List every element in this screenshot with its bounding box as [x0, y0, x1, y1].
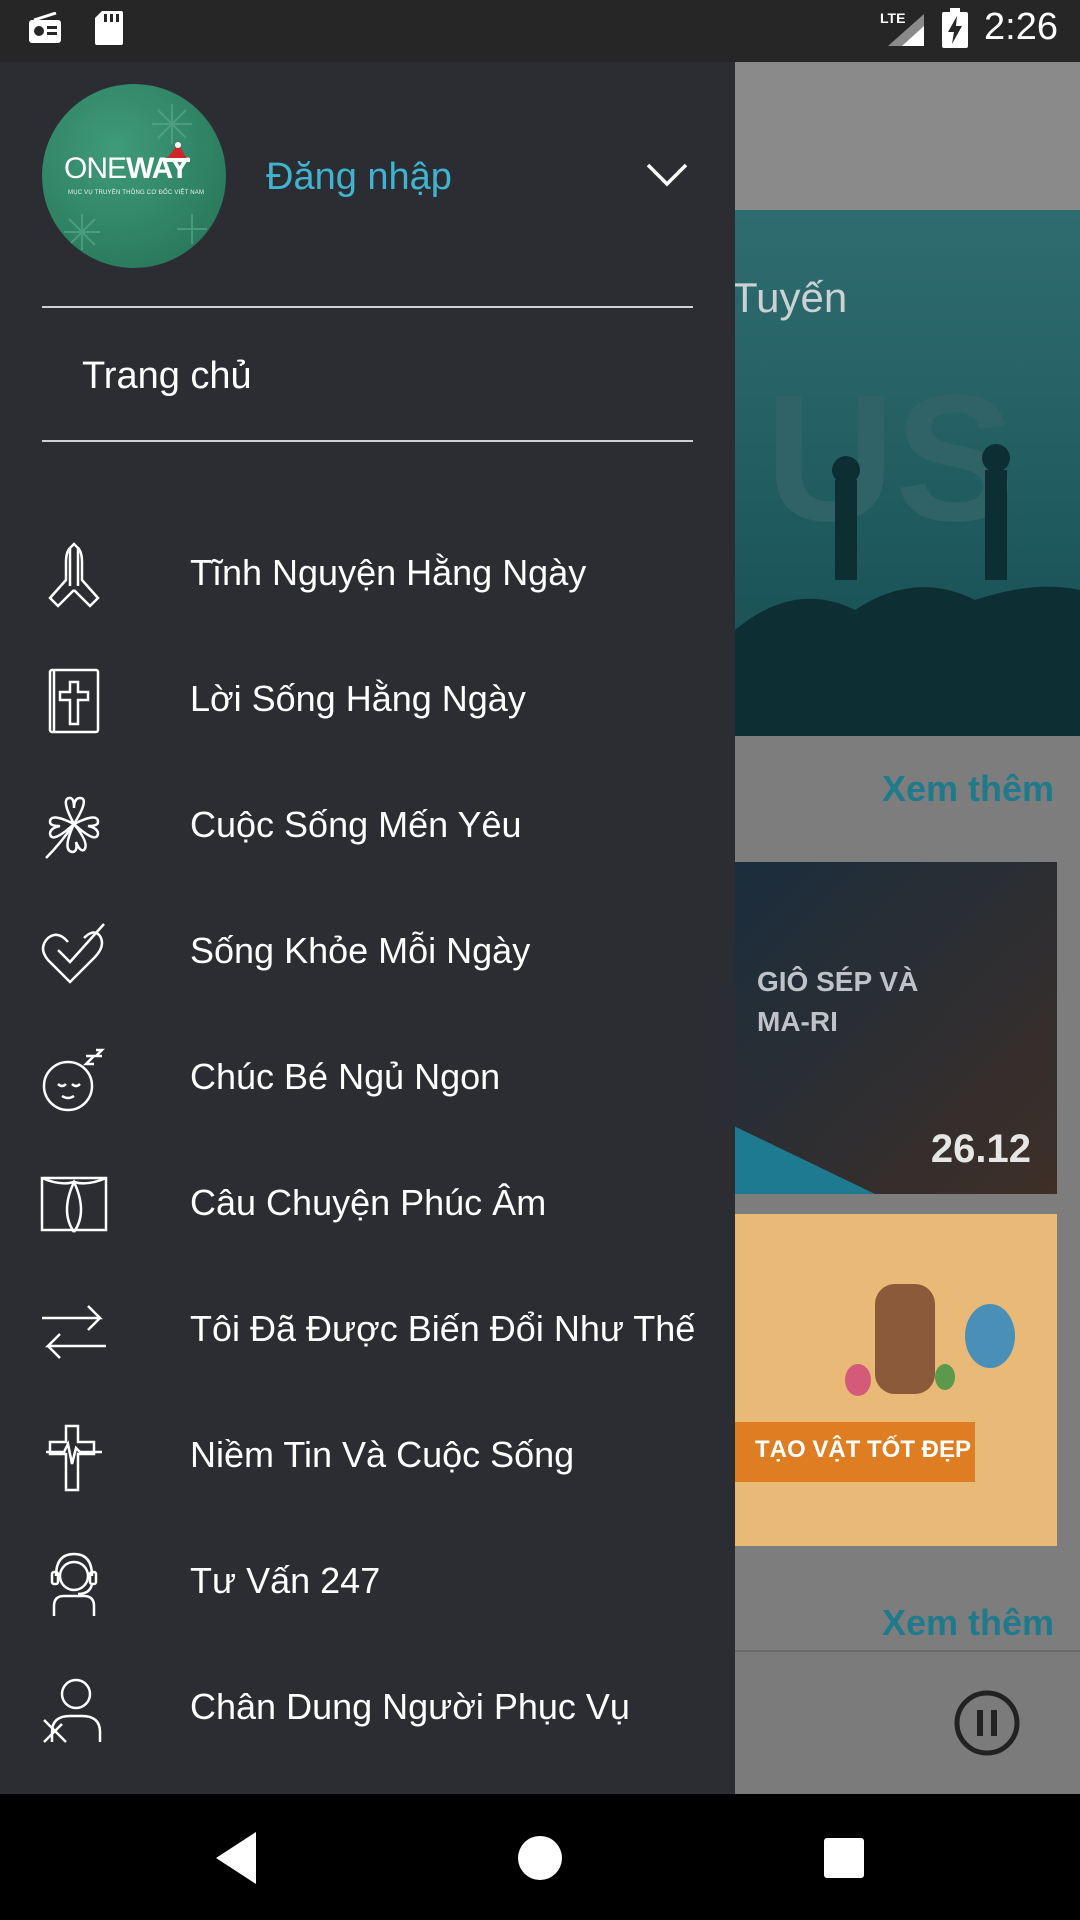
bible-icon — [48, 668, 100, 734]
hero-title: Tuyến — [732, 274, 848, 321]
svg-text:US: US — [765, 358, 1015, 559]
sleeping-baby-icon — [42, 1048, 106, 1112]
menu-item-home[interactable]: Trang chủ — [82, 355, 252, 398]
see-more-link[interactable]: Xem thêm — [882, 1602, 1054, 1644]
back-icon[interactable] — [206, 1826, 270, 1890]
menu-item-label: Câu Chuyện Phúc Âm — [190, 1182, 547, 1223]
concert-image: US — [735, 358, 1080, 736]
radio-icon — [29, 12, 61, 43]
sd-card-icon — [95, 11, 123, 45]
avatar[interactable]: ONEWAY MỤC VỤ TRUYỀN THÔNG CƠ ĐỐC VIỆT N… — [42, 84, 226, 268]
menu-item-song-khoe[interactable]: Sống Khỏe Mỗi Ngày — [0, 894, 735, 1004]
menu-item-label: Cuộc Sống Mến Yêu — [190, 804, 522, 845]
exchange-arrows-icon — [42, 1305, 106, 1359]
menu-item-label: Tôi Đã Được Biến Đổi Như Thế — [190, 1308, 696, 1349]
card-banner-text: TẠO VẬT TỐT ĐẸP — [755, 1436, 971, 1463]
menu-item-cuoc-song[interactable]: Cuộc Sống Mến Yêu — [0, 768, 735, 878]
menu-item-chan-dung[interactable]: Chân Dung Người Phục Vụ — [0, 1650, 735, 1760]
menu-item-label: Niềm Tin Và Cuộc Sống — [190, 1434, 575, 1475]
balloon-image — [965, 1304, 1015, 1368]
system-navigation-bar — [0, 1794, 1080, 1920]
menu-item-label: Tư Vấn 247 — [190, 1560, 381, 1601]
character-image — [875, 1284, 935, 1394]
home-icon[interactable] — [508, 1826, 572, 1890]
santa-hat-icon — [164, 142, 190, 162]
heart-check-icon — [41, 923, 105, 984]
menu-item-label: Sống Khỏe Mỗi Ngày — [190, 930, 531, 971]
divider — [42, 306, 693, 308]
open-book-icon — [40, 1176, 108, 1233]
battery-charging-icon — [942, 7, 969, 48]
login-link[interactable]: Đăng nhập — [266, 156, 452, 199]
menu-item-chuc-be[interactable]: Chúc Bé Ngủ Ngon — [0, 1020, 735, 1130]
divider — [42, 440, 693, 442]
card-date: 26.12 — [930, 1127, 1031, 1171]
menu-item-tu-van[interactable]: Tư Vấn 247 — [0, 1524, 735, 1634]
pause-icon[interactable] — [954, 1690, 1020, 1756]
logo-subtitle: MỤC VỤ TRUYỀN THÔNG CƠ ĐỐC VIỆT NAM — [68, 190, 205, 196]
balloon-image — [845, 1364, 871, 1396]
card-badge — [735, 1126, 875, 1194]
headset-person-icon — [50, 1552, 98, 1616]
chevron-down-icon[interactable] — [646, 162, 688, 188]
menu-item-niem-tin[interactable]: Niềm Tin Và Cuộc Sống — [0, 1398, 735, 1508]
navigation-drawer: ONEWAY MỤC VỤ TRUYỀN THÔNG CƠ ĐỐC VIỆT N… — [0, 62, 735, 1794]
status-bar: LTE 2:26 — [0, 0, 1080, 62]
menu-item-label: Chúc Bé Ngủ Ngon — [190, 1056, 501, 1097]
content-card[interactable]: GIÔ SÉP VÀ MA-RI 26.12 — [735, 862, 1057, 1194]
menu-item-tinh-nguyen[interactable]: Tĩnh Nguyện Hằng Ngày — [0, 516, 735, 626]
oneway-logo: ONEWAY — [64, 142, 204, 192]
cross-heartbeat-icon — [46, 1424, 102, 1492]
menu-item-bien-doi[interactable]: Tôi Đã Được Biến Đổi Như Thế — [0, 1272, 735, 1382]
person-portrait-icon — [43, 1678, 102, 1743]
logo-one: ONE — [64, 152, 127, 185]
signal-icon — [888, 13, 925, 46]
menu-item-label: Lời Sống Hằng Ngày — [190, 678, 526, 719]
menu-item-label: Chân Dung Người Phục Vụ — [190, 1686, 630, 1727]
menu-item-cau-chuyen[interactable]: Câu Chuyện Phúc Âm — [0, 1146, 735, 1256]
see-more-link[interactable]: Xem thêm — [882, 768, 1054, 810]
menu-item-label: Tĩnh Nguyện Hằng Ngày — [190, 552, 587, 593]
praying-hands-icon — [48, 542, 100, 608]
menu-item-loi-song[interactable]: Lời Sống Hằng Ngày — [0, 642, 735, 752]
clover-icon — [45, 796, 100, 859]
balloon-image — [935, 1364, 955, 1390]
content-card[interactable]: TẠO VẬT TỐT ĐẸP — [735, 1214, 1057, 1546]
clock: 2:26 — [984, 6, 1058, 48]
card-title: GIÔ SÉP VÀ MA-RI — [757, 966, 919, 1037]
recents-icon[interactable] — [812, 1826, 876, 1890]
